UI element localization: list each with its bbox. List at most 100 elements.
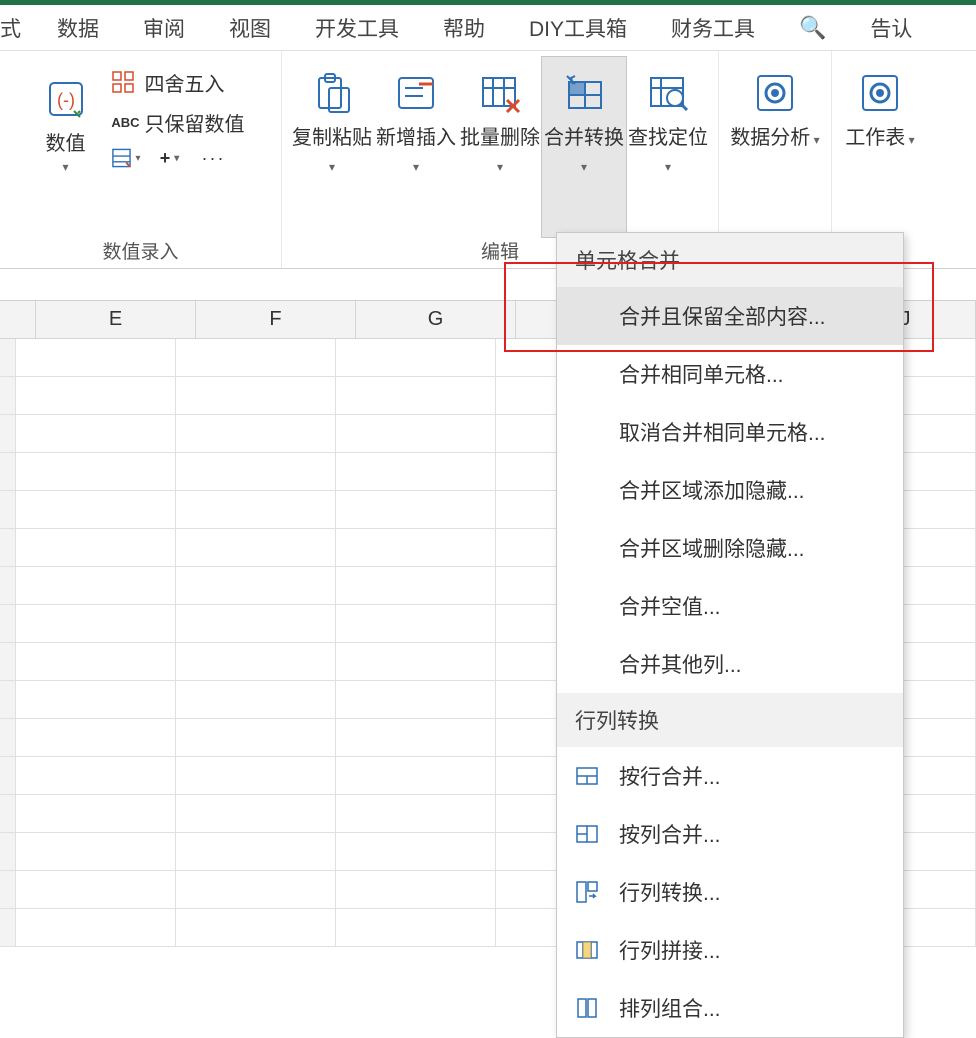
cell[interactable] [336, 795, 496, 833]
cell[interactable] [16, 491, 176, 529]
cell[interactable] [16, 871, 176, 909]
cell[interactable] [16, 757, 176, 795]
cell[interactable] [16, 681, 176, 719]
cell[interactable] [16, 377, 176, 415]
cell[interactable] [16, 605, 176, 643]
cell[interactable] [176, 681, 336, 719]
cell[interactable] [16, 453, 176, 491]
row-header[interactable] [0, 795, 16, 833]
ellipsis-button[interactable]: ··· [199, 143, 229, 173]
tab-diy-toolbox[interactable]: DIY工具箱 [507, 5, 649, 50]
cell[interactable] [176, 529, 336, 567]
row-header[interactable] [0, 871, 16, 909]
cell[interactable] [176, 339, 336, 377]
tab-data[interactable]: 数据 [35, 5, 121, 50]
cell[interactable] [176, 871, 336, 909]
row-header[interactable] [0, 567, 16, 605]
row-header[interactable] [0, 415, 16, 453]
row-header[interactable] [0, 719, 16, 757]
menu-item-row-col-convert[interactable]: 行列转换... [557, 863, 903, 921]
tab-search[interactable]: 🔍 [777, 5, 848, 50]
column-header-g[interactable]: G [356, 301, 516, 338]
cell[interactable] [176, 757, 336, 795]
cell[interactable] [176, 795, 336, 833]
data-analysis-button[interactable]: 数据分析 ▾ [727, 57, 823, 242]
menu-item-unmerge-same-cells[interactable]: 取消合并相同单元格... [557, 403, 903, 461]
row-header[interactable] [0, 757, 16, 795]
cell[interactable] [176, 909, 336, 947]
cell[interactable] [16, 719, 176, 757]
menu-item-merge-delete-hidden[interactable]: 合并区域删除隐藏... [557, 519, 903, 577]
batch-delete-button[interactable]: 批量删除 ▾ [458, 57, 542, 237]
round-button[interactable]: 四舍五入 [105, 63, 251, 101]
menu-item-merge-by-col[interactable]: 按列合并... [557, 805, 903, 863]
cell[interactable] [176, 719, 336, 757]
cell[interactable] [336, 453, 496, 491]
cell[interactable] [336, 415, 496, 453]
cell[interactable] [176, 491, 336, 529]
cell[interactable] [176, 453, 336, 491]
tab-tell-me-partial[interactable]: 告认 [848, 5, 912, 50]
column-header-f[interactable]: F [196, 301, 356, 338]
cell[interactable] [176, 643, 336, 681]
tab-developer[interactable]: 开发工具 [293, 5, 421, 50]
row-header[interactable] [0, 529, 16, 567]
cell[interactable] [336, 643, 496, 681]
worksheet-button[interactable]: 工作表 ▾ [840, 57, 920, 242]
row-header[interactable] [0, 491, 16, 529]
cell[interactable] [16, 529, 176, 567]
menu-item-merge-by-row[interactable]: 按行合并... [557, 747, 903, 805]
row-header[interactable] [0, 339, 16, 377]
cell[interactable] [16, 643, 176, 681]
cell[interactable] [336, 605, 496, 643]
cell[interactable] [336, 719, 496, 757]
row-header[interactable] [0, 833, 16, 871]
row-header[interactable] [0, 605, 16, 643]
menu-item-merge-keep-all[interactable]: 合并且保留全部内容... [557, 287, 903, 345]
cell[interactable] [16, 909, 176, 947]
cell[interactable] [16, 567, 176, 605]
row-header[interactable] [0, 681, 16, 719]
numeric-button[interactable]: (-) 数值 ▾ [31, 63, 101, 174]
tab-help[interactable]: 帮助 [421, 5, 507, 50]
cell[interactable] [176, 377, 336, 415]
cell[interactable] [336, 377, 496, 415]
menu-item-row-col-concat[interactable]: 行列拼接... [557, 921, 903, 979]
column-header-e[interactable]: E [36, 301, 196, 338]
cell[interactable] [336, 871, 496, 909]
cell[interactable] [16, 795, 176, 833]
tab-view[interactable]: 视图 [207, 5, 293, 50]
merge-convert-button[interactable]: 合并转换 ▾ [542, 57, 626, 237]
menu-item-merge-add-hidden[interactable]: 合并区域添加隐藏... [557, 461, 903, 519]
cell[interactable] [176, 833, 336, 871]
cell[interactable] [336, 833, 496, 871]
cell[interactable] [176, 605, 336, 643]
row-header[interactable] [0, 643, 16, 681]
cell[interactable] [16, 833, 176, 871]
tab-formula-partial[interactable]: 式 [0, 5, 35, 50]
cell[interactable] [16, 415, 176, 453]
cell[interactable] [176, 567, 336, 605]
keep-numeric-button[interactable]: ABC 只保留数值 [105, 103, 251, 141]
cell[interactable] [336, 681, 496, 719]
find-locate-button[interactable]: 查找定位 ▾ [626, 57, 710, 237]
row-header[interactable] [0, 453, 16, 491]
menu-item-merge-other-cols[interactable]: 合并其他列... [557, 635, 903, 693]
copy-paste-button[interactable]: 复制粘贴 ▾ [290, 57, 374, 237]
cell[interactable] [336, 339, 496, 377]
new-insert-button[interactable]: 新增插入 ▾ [374, 57, 458, 237]
row-header[interactable] [0, 909, 16, 947]
cell[interactable] [336, 909, 496, 947]
menu-item-merge-empty[interactable]: 合并空值... [557, 577, 903, 635]
row-header[interactable] [0, 377, 16, 415]
cell[interactable] [176, 415, 336, 453]
tab-review[interactable]: 审阅 [121, 5, 207, 50]
plus-button[interactable]: + [155, 143, 185, 173]
select-all-corner[interactable] [0, 301, 36, 338]
cell[interactable] [336, 757, 496, 795]
table-format-button[interactable] [111, 143, 141, 173]
cell[interactable] [16, 339, 176, 377]
menu-item-permutation[interactable]: 排列组合... [557, 979, 903, 1037]
cell[interactable] [336, 567, 496, 605]
cell[interactable] [336, 491, 496, 529]
